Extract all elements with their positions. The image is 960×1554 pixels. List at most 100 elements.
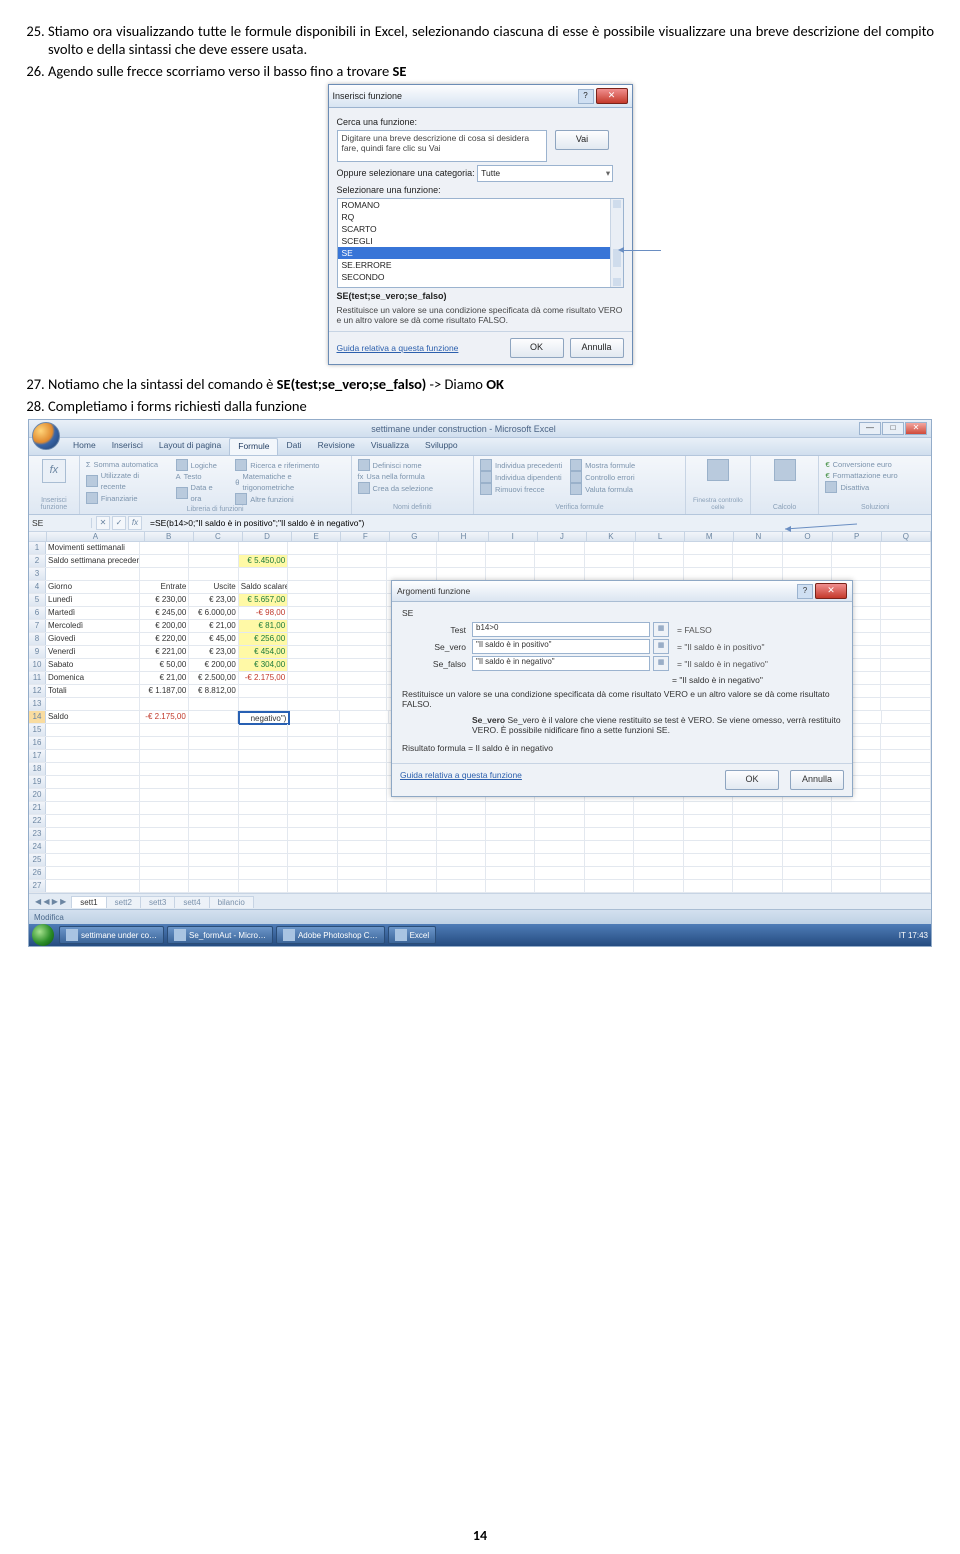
ok-button[interactable]: OK — [510, 338, 564, 358]
ribbon-item[interactable]: €Formattazione euro — [825, 470, 925, 481]
ribbon-item[interactable]: ΣSomma automatica — [86, 459, 166, 470]
minimize-icon[interactable]: — — [859, 422, 881, 435]
window-titlebar[interactable]: settimane under construction - Microsoft… — [29, 420, 931, 438]
enter-formula-icon[interactable]: ✓ — [112, 516, 126, 530]
taskbar-item[interactable]: Se_formAut - Micro… — [167, 926, 273, 944]
tab-inserisci[interactable]: Inserisci — [104, 438, 151, 455]
ribbon-item[interactable]: ATesto — [176, 471, 226, 482]
list-item[interactable]: ROMANO — [338, 199, 623, 211]
col-header[interactable]: P — [833, 532, 882, 541]
taskbar-item[interactable]: settimane under co… — [59, 926, 164, 944]
search-input[interactable]: Digitare una breve descrizione di cosa s… — [337, 130, 547, 162]
ribbon-item[interactable]: Finanziarie — [86, 492, 166, 504]
table-row[interactable]: 24 — [29, 841, 931, 854]
col-header[interactable]: L — [636, 532, 685, 541]
col-header[interactable]: J — [538, 532, 587, 541]
col-header[interactable]: I — [489, 532, 538, 541]
ribbon-item[interactable]: fxUsa nella formula — [358, 471, 467, 482]
table-row[interactable]: 27 — [29, 880, 931, 893]
ribbon-item[interactable]: Data e ora — [176, 482, 226, 504]
tab-dati[interactable]: Dati — [278, 438, 309, 455]
calc-options-icon[interactable] — [774, 459, 796, 481]
watch-window-icon[interactable] — [707, 459, 729, 481]
taskbar-item[interactable]: Excel — [388, 926, 437, 944]
table-row[interactable]: 21 — [29, 802, 931, 815]
table-row[interactable]: 25 — [29, 854, 931, 867]
test-input[interactable]: b14>0 — [472, 622, 650, 637]
ribbon-item[interactable]: Valuta formula — [570, 483, 635, 495]
maximize-icon[interactable]: □ — [882, 422, 904, 435]
list-item-selected[interactable]: SE — [338, 247, 623, 259]
col-header[interactable]: O — [783, 532, 832, 541]
help-icon[interactable]: ? — [797, 584, 813, 599]
dialog-titlebar[interactable]: Argomenti funzione ? ✕ — [392, 581, 852, 602]
list-item[interactable]: SCEGLI — [338, 235, 623, 247]
col-header[interactable]: G — [390, 532, 439, 541]
ribbon-item[interactable]: Crea da selezione — [358, 482, 467, 494]
ribbon-item[interactable]: Definisci nome — [358, 459, 467, 471]
tab-home[interactable]: Home — [65, 438, 104, 455]
ribbon-item[interactable]: Controllo errori — [570, 471, 635, 483]
ribbon-item[interactable]: Utilizzate di recente — [86, 470, 166, 492]
col-header[interactable]: F — [341, 532, 390, 541]
category-select[interactable]: Tutte — [477, 165, 613, 182]
office-button[interactable] — [32, 422, 60, 450]
col-header[interactable]: M — [685, 532, 734, 541]
ref-icon[interactable]: ▦ — [653, 622, 669, 637]
col-header[interactable]: C — [194, 532, 243, 541]
close-icon[interactable]: ✕ — [815, 583, 847, 599]
sheet-tab[interactable]: bilancio — [209, 896, 254, 908]
ribbon-item[interactable]: Disattiva — [825, 481, 925, 493]
ribbon-item[interactable]: Altre funzioni — [235, 493, 344, 505]
help-icon[interactable]: ? — [578, 89, 594, 104]
tab-sviluppo[interactable]: Sviluppo — [417, 438, 466, 455]
col-header[interactable]: K — [587, 532, 636, 541]
col-header[interactable]: H — [439, 532, 488, 541]
list-item[interactable]: SCARTO — [338, 223, 623, 235]
ribbon-item[interactable]: Mostra formule — [570, 459, 635, 471]
ok-button[interactable]: OK — [725, 770, 779, 790]
system-tray[interactable]: IT 17:43 — [899, 931, 928, 940]
col-header[interactable]: N — [734, 532, 783, 541]
list-item[interactable]: RQ — [338, 211, 623, 223]
table-row[interactable]: 22 — [29, 815, 931, 828]
tab-formule[interactable]: Formule — [229, 438, 278, 455]
table-row[interactable]: 1Movimenti settimanali — [29, 542, 931, 555]
tab-visualizza[interactable]: Visualizza — [363, 438, 417, 455]
name-box[interactable]: SE — [29, 518, 92, 528]
table-row[interactable]: 23 — [29, 828, 931, 841]
col-header[interactable]: D — [243, 532, 292, 541]
sevaero-input[interactable]: "Il saldo è in positivo" — [472, 639, 650, 654]
insert-function-icon[interactable]: fx — [42, 459, 66, 483]
list-item[interactable]: SE.ERRORE — [338, 259, 623, 271]
sefalso-input[interactable]: "Il saldo è in negativo" — [472, 656, 650, 671]
sheet-tab[interactable]: sett4 — [174, 896, 209, 908]
table-row[interactable]: 26 — [29, 867, 931, 880]
sheet-tab[interactable]: sett2 — [106, 896, 141, 908]
taskbar-item[interactable]: Adobe Photoshop C… — [276, 926, 385, 944]
dialog-titlebar[interactable]: Inserisci funzione ? ✕ — [329, 85, 632, 108]
close-icon[interactable]: ✕ — [905, 422, 927, 435]
list-item[interactable]: SECONDO — [338, 271, 623, 283]
sheet-tab[interactable]: sett1 — [71, 896, 106, 908]
cancel-button[interactable]: Annulla — [790, 770, 844, 790]
formula-input[interactable]: =SE(b14>0;"Il saldo è in positivo";"Il s… — [146, 518, 931, 528]
col-header[interactable]: A — [47, 532, 144, 541]
ribbon-item[interactable]: Logiche — [176, 459, 226, 471]
cancel-button[interactable]: Annulla — [570, 338, 624, 358]
start-button[interactable] — [32, 924, 54, 946]
ref-icon[interactable]: ▦ — [653, 656, 669, 671]
fx-icon[interactable]: fx — [128, 516, 142, 530]
close-icon[interactable]: ✕ — [596, 88, 628, 104]
function-list[interactable]: ROMANO RQ SCARTO SCEGLI SE SE.ERRORE SEC… — [337, 198, 624, 288]
cancel-formula-icon[interactable]: ✕ — [96, 516, 110, 530]
scrollbar[interactable] — [610, 199, 623, 287]
ribbon-item[interactable]: Individua dipendenti — [480, 471, 562, 483]
sheet-tab[interactable]: sett3 — [140, 896, 175, 908]
ribbon-item[interactable]: Individua precedenti — [480, 459, 562, 471]
col-header[interactable]: B — [145, 532, 194, 541]
ribbon-item[interactable]: Rimuovi frecce — [480, 483, 562, 495]
col-header[interactable]: E — [292, 532, 341, 541]
table-row[interactable]: 2Saldo settimana precedente€ 5.450,00 — [29, 555, 931, 568]
go-button[interactable]: Vai — [555, 130, 609, 150]
